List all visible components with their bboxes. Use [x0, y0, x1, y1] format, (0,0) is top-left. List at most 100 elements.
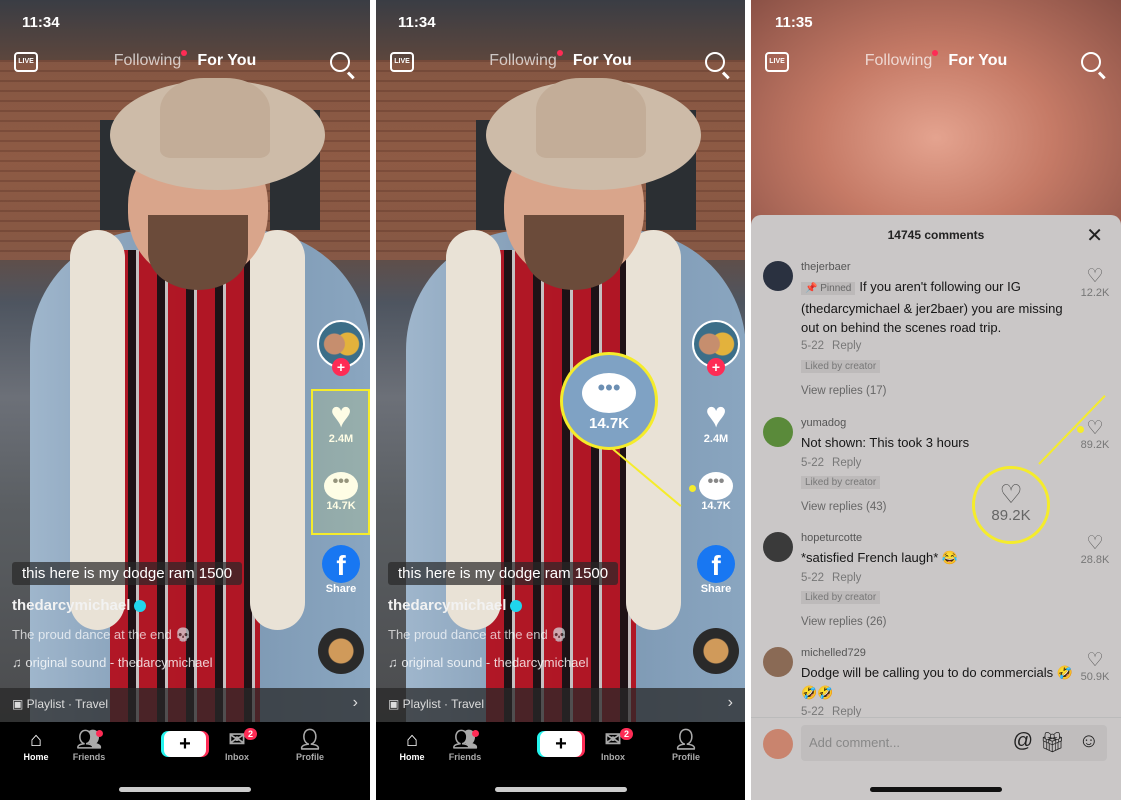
bottom-tab-bar: ⌂ Home 👥︎ Friends + ✉︎ 2 Inbox 👤︎ Profile — [0, 722, 370, 800]
like-button[interactable]: ♥ 2.4M — [691, 397, 741, 446]
comment-username[interactable]: thejerbaer — [801, 261, 851, 273]
heart-icon: ♡ — [999, 479, 1023, 509]
heart-icon: ♡ — [1086, 650, 1104, 671]
playlist-bar[interactable]: ▣ Playlist · Travel › — [376, 688, 745, 722]
video-background — [751, 0, 1121, 230]
home-icon: ⌂ — [405, 729, 419, 751]
comment-text: Not shown: This took 3 hours — [801, 435, 970, 450]
tab-profile[interactable]: 👤︎ Profile — [656, 728, 716, 762]
create-button[interactable]: + — [164, 731, 206, 757]
tab-friends[interactable]: 👥︎ Friends — [59, 728, 119, 762]
avatar[interactable] — [763, 647, 793, 677]
creator-username[interactable]: thedarcymichael — [388, 597, 523, 614]
tab-inbox[interactable]: ✉︎ 2 Inbox — [207, 728, 267, 762]
comment-icon: ••• — [582, 373, 636, 413]
like-button[interactable]: ♡ 28.8K — [1077, 533, 1113, 567]
tab-home[interactable]: ⌂ Home — [382, 728, 442, 762]
top-nav: Following For You — [376, 50, 745, 70]
comment-meta: 5-22 Reply — [801, 572, 869, 584]
avatar[interactable] — [763, 417, 793, 447]
comment-username[interactable]: yumadog — [801, 417, 846, 429]
comment-input[interactable]: Add comment... @ 🎁︎ ☺ — [801, 725, 1107, 761]
gift-icon[interactable]: 🎁︎ — [1040, 730, 1065, 755]
sound-link[interactable]: ♫ original sound - thedarcymichael — [12, 655, 213, 670]
top-nav: Following For You — [0, 50, 370, 70]
tab-label: Home — [399, 752, 425, 762]
reply-button[interactable]: Reply — [832, 572, 861, 584]
create-button[interactable]: + — [540, 731, 582, 757]
notification-dot — [472, 730, 479, 737]
creator-username[interactable]: thedarcymichael — [12, 597, 147, 614]
tab-profile[interactable]: 👤︎ Profile — [280, 728, 340, 762]
facebook-icon: f — [697, 545, 735, 583]
mention-icon[interactable]: @ — [1013, 730, 1033, 753]
sound-disc[interactable] — [318, 628, 364, 674]
tab-label: Profile — [671, 752, 700, 762]
comment-button[interactable]: ••• 14.7K — [691, 472, 741, 512]
tab-home[interactable]: ⌂ Home — [6, 728, 66, 762]
video-screen-2: 11:34 LIVE Following For You + ♥ 2.4M ••• 1… — [376, 0, 745, 800]
callout-value: 89.2K — [991, 507, 1031, 524]
tab-label: Profile — [295, 752, 324, 762]
tab-inbox[interactable]: ✉︎ 2 Inbox — [583, 728, 643, 762]
hat-crown — [536, 78, 646, 158]
hat-crown — [160, 78, 270, 158]
comment-text: *satisfied French laugh* 😂 — [801, 550, 959, 565]
comment-input-bar: Add comment... @ 🎁︎ ☺ — [751, 717, 1121, 800]
emoji-icon[interactable]: ☺ — [1079, 730, 1099, 753]
tab-following[interactable]: Following — [489, 50, 563, 69]
comment-meta: 5-22 Reply — [801, 457, 869, 469]
tab-label: Friends — [448, 752, 482, 762]
playlist-icon: ▣ — [388, 697, 403, 711]
tab-label: Inbox — [225, 752, 249, 762]
share-button[interactable]: f Share — [316, 545, 366, 595]
comments-screen: 11:35 LIVE Following For You 14745 commen… — [751, 0, 1121, 800]
like-button[interactable]: ♡ 12.2K — [1077, 267, 1113, 300]
comment-username[interactable]: michelled729 — [801, 647, 866, 659]
view-replies[interactable]: View replies (17) — [801, 385, 886, 397]
sound-disc[interactable] — [693, 628, 739, 674]
comment-username[interactable]: hopeturcotte — [801, 532, 862, 544]
heart-icon: ♡ — [1086, 533, 1104, 554]
share-button[interactable]: f Share — [691, 545, 741, 595]
follow-plus-icon[interactable]: + — [707, 358, 725, 376]
profile-icon: 👤︎ — [297, 729, 323, 751]
like-count: 28.8K — [1080, 554, 1110, 566]
comment-text: 📌 Pinned If you aren't following our IG (… — [801, 277, 1076, 338]
status-time: 11:35 — [775, 14, 813, 31]
tab-following-label: Following — [864, 52, 933, 69]
comment-placeholder: Add comment... — [809, 735, 901, 750]
tab-following[interactable]: Following — [864, 50, 939, 69]
tab-following[interactable]: Following — [114, 50, 188, 69]
tab-label: Inbox — [601, 752, 625, 762]
tab-for-you[interactable]: For You — [197, 52, 256, 69]
close-icon[interactable]: ✕ — [1086, 223, 1103, 248]
view-replies[interactable]: View replies (43) — [801, 501, 886, 513]
comment-date: 5-22 — [801, 572, 825, 584]
playlist-bar[interactable]: ▣ Playlist · Travel › — [0, 688, 370, 722]
notification-dot — [556, 50, 563, 56]
tab-friends[interactable]: 👥︎ Friends — [435, 728, 495, 762]
follow-plus-icon[interactable]: + — [332, 358, 350, 376]
avatar[interactable] — [763, 532, 793, 562]
search-icon[interactable] — [705, 52, 725, 72]
avatar[interactable] — [763, 261, 793, 291]
tab-following-label: Following — [489, 52, 557, 69]
tab-for-you[interactable]: For You — [573, 52, 632, 69]
comment-meta: 5-22 Reply — [801, 340, 869, 352]
reply-button[interactable]: Reply — [832, 340, 861, 352]
home-icon: ⌂ — [29, 729, 43, 751]
beard — [524, 215, 624, 290]
like-button[interactable]: ♡ 50.9K — [1077, 650, 1113, 684]
search-icon[interactable] — [1081, 52, 1101, 72]
creator-avatar-button[interactable]: + — [691, 320, 741, 376]
search-icon[interactable] — [330, 52, 350, 72]
like-button[interactable]: ♡ 89.2K — [1077, 419, 1113, 452]
chevron-right-icon: › — [352, 694, 358, 711]
view-replies[interactable]: View replies (26) — [801, 616, 886, 628]
creator-avatar-button[interactable]: + — [316, 320, 366, 376]
friends-icon: 👥︎ — [76, 729, 102, 751]
sound-link[interactable]: ♫ original sound - thedarcymichael — [388, 655, 589, 670]
reply-button[interactable]: Reply — [832, 457, 861, 469]
tab-for-you[interactable]: For You — [948, 52, 1007, 69]
